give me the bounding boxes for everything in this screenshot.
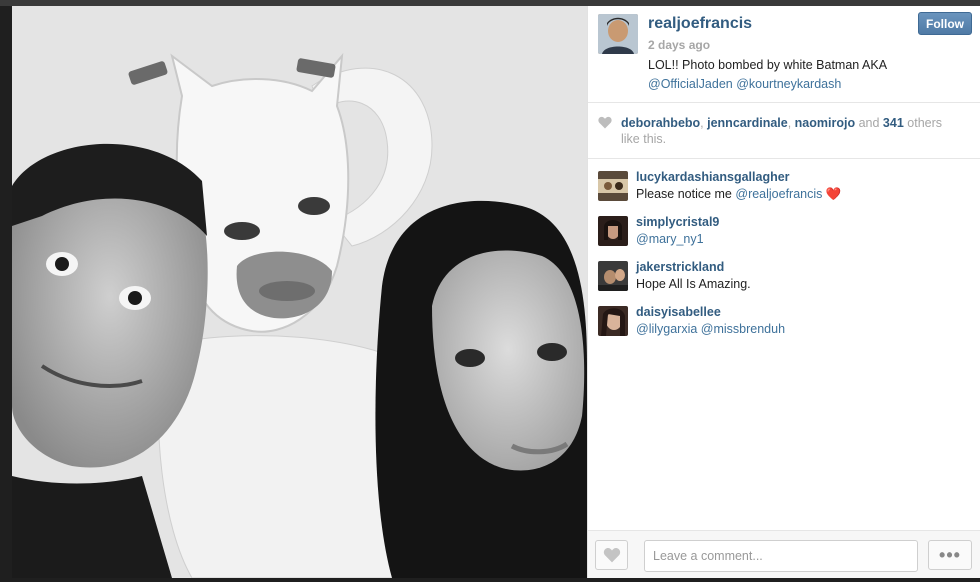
commenter-avatar[interactable]	[598, 261, 628, 291]
heart-icon	[598, 116, 612, 129]
author-avatar[interactable]	[598, 14, 638, 54]
heart-emoji-icon: ❤️	[825, 187, 842, 201]
more-options-button[interactable]: •••	[928, 540, 972, 570]
caption-mention-link[interactable]: @kourtneykardash	[736, 77, 841, 91]
commenter-avatar[interactable]	[598, 216, 628, 246]
comment-footer: •••	[588, 530, 980, 578]
photo-illustration	[12, 6, 587, 578]
liker-link[interactable]: jenncardinale	[707, 116, 788, 130]
post-modal: realjoefrancis 2 days ago LOL!! Photo bo…	[12, 6, 980, 578]
liker-link[interactable]: naomirojo	[795, 116, 855, 130]
comment-text: Please notice me @realjoefrancis ❤️	[636, 187, 841, 202]
post-header: realjoefrancis 2 days ago LOL!! Photo bo…	[588, 6, 980, 103]
comment-text: Hope All Is Amazing.	[636, 277, 751, 291]
heart-outline-icon	[603, 548, 620, 563]
likes-section: deborahbebo, jenncardinale, naomirojo an…	[588, 104, 980, 159]
post-caption: LOL!! Photo bombed by white Batman AKA @…	[648, 56, 968, 94]
liker-link[interactable]: deborahbebo	[621, 116, 700, 130]
comment-text: @mary_ny1	[636, 232, 704, 246]
likes-count[interactable]: 341	[883, 116, 904, 130]
caption-text: LOL!! Photo bombed by white Batman AKA	[648, 58, 888, 72]
post-side-panel: realjoefrancis 2 days ago LOL!! Photo bo…	[587, 6, 980, 578]
author-username[interactable]: realjoefrancis	[648, 15, 752, 33]
comment-mention-link[interactable]: @realjoefrancis	[735, 187, 822, 201]
comment-item: daisyisabellee @lilygarxia @missbrenduh	[588, 303, 980, 348]
comment-item: simplycristal9 @mary_ny1	[588, 213, 980, 258]
post-timestamp[interactable]: 2 days ago	[648, 38, 710, 52]
commenter-avatar[interactable]	[598, 306, 628, 336]
commenter-username[interactable]: daisyisabellee	[636, 305, 721, 319]
likes-summary: deborahbebo, jenncardinale, naomirojo an…	[621, 116, 943, 146]
comment-body: Hope All Is Amazing.	[636, 277, 751, 291]
like-button[interactable]	[595, 540, 628, 570]
comments-list: lucykardashiansgallagher Please notice m…	[588, 168, 980, 348]
comment-item: lucykardashiansgallagher Please notice m…	[588, 168, 980, 213]
comment-input[interactable]	[644, 540, 918, 572]
post-photo[interactable]	[12, 6, 587, 578]
commenter-avatar[interactable]	[598, 171, 628, 201]
likes-and-text: and	[858, 116, 880, 130]
comment-mention-link[interactable]: @lilygarxia @missbrenduh	[636, 322, 785, 336]
comment-item: jakerstrickland Hope All Is Amazing.	[588, 258, 980, 303]
commenter-username[interactable]: jakerstrickland	[636, 260, 724, 274]
comment-body: Please notice me	[636, 187, 732, 201]
commenter-username[interactable]: simplycristal9	[636, 215, 719, 229]
comment-mention-link[interactable]: @mary_ny1	[636, 232, 704, 246]
follow-button[interactable]: Follow	[918, 12, 972, 35]
comment-text: @lilygarxia @missbrenduh	[636, 322, 785, 336]
commenter-username[interactable]: lucykardashiansgallagher	[636, 170, 790, 184]
caption-mention-link[interactable]: @OfficialJaden	[648, 77, 733, 91]
